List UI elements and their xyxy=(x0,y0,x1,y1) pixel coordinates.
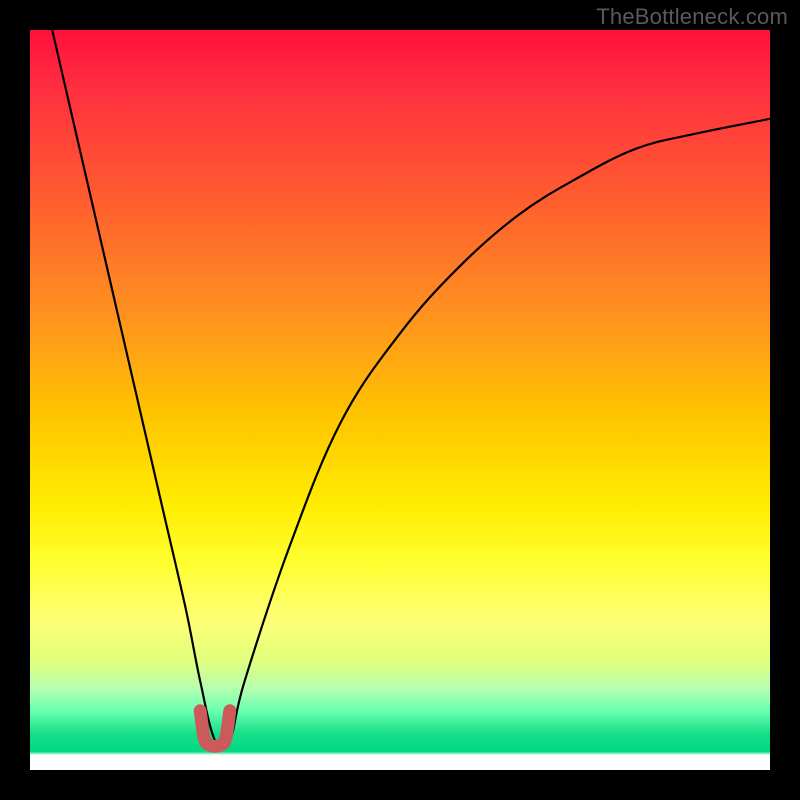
watermark-text: TheBottleneck.com xyxy=(596,4,788,30)
chart-frame: TheBottleneck.com xyxy=(0,0,800,800)
chart-svg xyxy=(30,30,770,770)
optimal-marker-path xyxy=(200,711,230,747)
plot-area xyxy=(30,30,770,770)
bottleneck-curve-path xyxy=(52,30,770,748)
